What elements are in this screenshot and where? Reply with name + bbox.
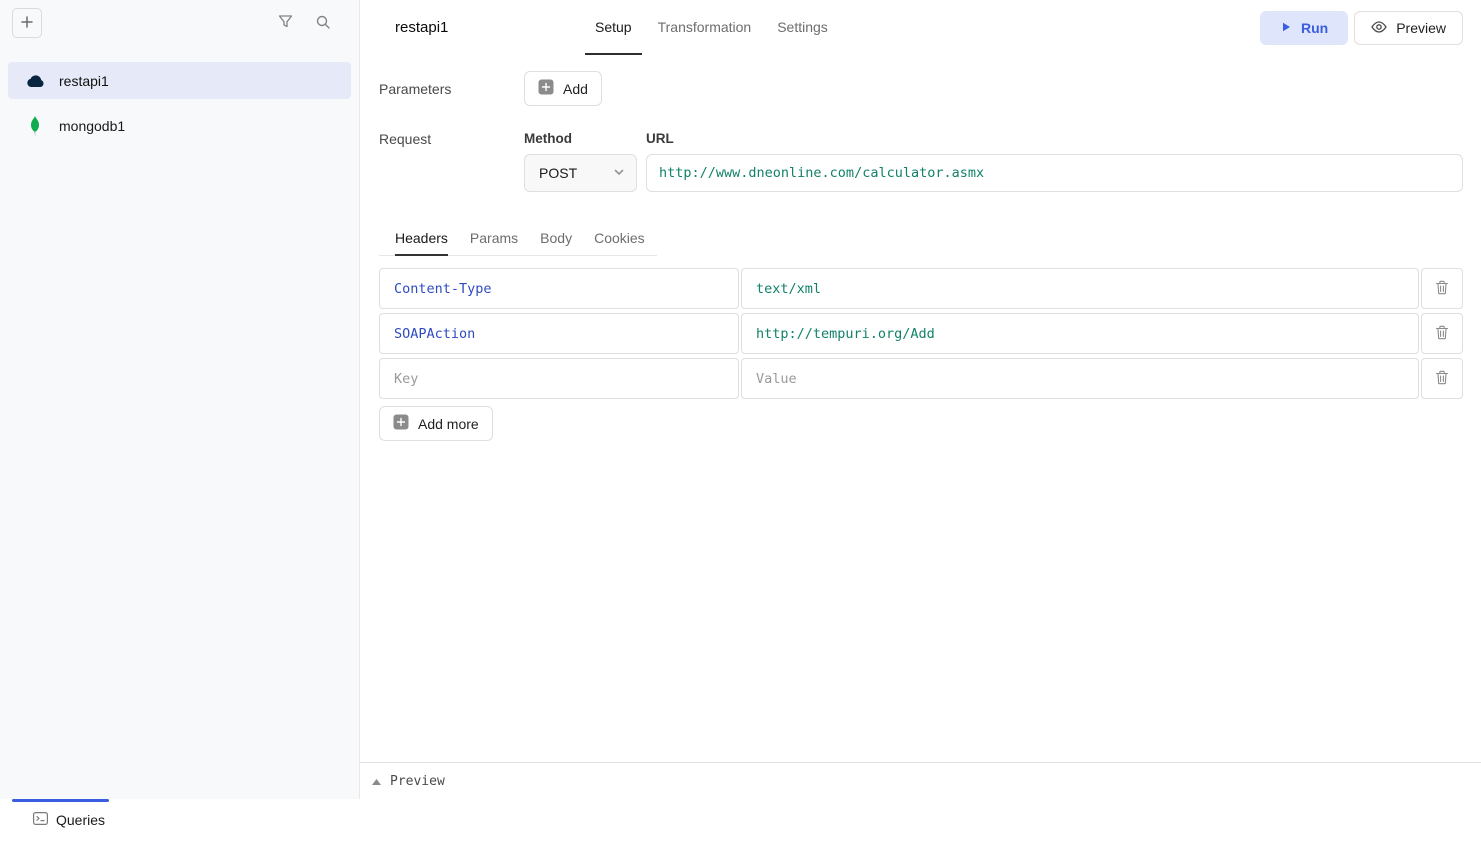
header-key-input[interactable] xyxy=(379,313,739,354)
eye-icon xyxy=(1371,20,1387,36)
play-icon xyxy=(1280,20,1292,36)
app-root: restapi1 mongodb1 restapi1 Setup Transfo… xyxy=(0,0,1481,841)
query-item-label: mongodb1 xyxy=(59,118,125,134)
editor-tabs: Setup Transformation Settings xyxy=(585,0,838,55)
add-more-button[interactable]: Add more xyxy=(379,406,493,441)
preview-button-label: Preview xyxy=(1396,20,1446,36)
parameters-row: Parameters Add xyxy=(379,71,1463,106)
filter-icon xyxy=(278,14,293,32)
query-editor: restapi1 Setup Transformation Settings R… xyxy=(360,0,1481,799)
trash-icon xyxy=(1435,280,1449,298)
search-button[interactable] xyxy=(309,9,337,37)
method-value: POST xyxy=(539,165,577,181)
setup-panel: Parameters Add Request Method xyxy=(360,55,1481,762)
workspace: restapi1 mongodb1 restapi1 Setup Transfo… xyxy=(0,0,1481,799)
queries-icon xyxy=(33,812,48,828)
method-label: Method xyxy=(524,131,637,146)
method-field: Method POST xyxy=(524,131,637,192)
query-title: restapi1 xyxy=(395,0,585,55)
headers-table xyxy=(379,268,1463,399)
collapse-up-icon xyxy=(372,772,381,790)
tab-headers[interactable]: Headers xyxy=(395,222,448,256)
filter-button[interactable] xyxy=(271,9,299,37)
method-select[interactable]: POST xyxy=(524,154,637,192)
plus-box-icon xyxy=(538,79,554,98)
header-row xyxy=(379,313,1463,354)
tab-params[interactable]: Params xyxy=(470,222,518,256)
url-input[interactable] xyxy=(646,154,1463,192)
response-preview-bar[interactable]: Preview xyxy=(360,762,1481,799)
search-icon xyxy=(315,14,331,33)
preview-button[interactable]: Preview xyxy=(1354,11,1463,45)
header-value-input[interactable] xyxy=(741,358,1419,399)
tab-queries[interactable]: Queries xyxy=(33,812,105,828)
request-config-tabs: Headers Params Body Cookies xyxy=(379,222,657,256)
sidebar-toolbar-actions xyxy=(271,9,337,37)
response-preview-label: Preview xyxy=(390,774,445,789)
active-tab-indicator xyxy=(12,799,109,802)
tab-settings[interactable]: Settings xyxy=(767,0,838,55)
mongodb-icon xyxy=(25,116,45,136)
trash-icon xyxy=(1435,370,1449,388)
new-query-button[interactable] xyxy=(12,8,42,38)
url-label: URL xyxy=(646,131,1463,146)
sidebar-toolbar xyxy=(0,0,359,46)
tab-cookies[interactable]: Cookies xyxy=(594,222,645,256)
queries-tab-label: Queries xyxy=(56,812,105,828)
delete-row-button[interactable] xyxy=(1421,313,1463,354)
request-fields: Method POST URL xyxy=(524,131,1463,192)
trash-icon xyxy=(1435,325,1449,343)
sidebar: restapi1 mongodb1 xyxy=(0,0,360,799)
header-row xyxy=(379,358,1463,399)
parameters-label: Parameters xyxy=(379,71,524,106)
header-key-input[interactable] xyxy=(379,358,739,399)
query-editor-header: restapi1 Setup Transformation Settings R… xyxy=(360,0,1481,55)
query-item-label: restapi1 xyxy=(59,73,109,89)
header-value-input[interactable] xyxy=(741,313,1419,354)
add-parameter-button[interactable]: Add xyxy=(524,71,602,106)
delete-row-button[interactable] xyxy=(1421,358,1463,399)
delete-row-button[interactable] xyxy=(1421,268,1463,309)
tab-transformation[interactable]: Transformation xyxy=(648,0,762,55)
plus-box-icon xyxy=(393,414,409,433)
run-button-label: Run xyxy=(1301,20,1328,36)
add-more-label: Add more xyxy=(418,416,479,432)
header-actions: Run Preview xyxy=(1260,0,1481,55)
tab-body[interactable]: Body xyxy=(540,222,572,256)
query-list: restapi1 mongodb1 xyxy=(0,62,359,144)
run-button[interactable]: Run xyxy=(1260,11,1348,45)
request-row: Request Method POST URL xyxy=(379,131,1463,192)
tab-setup[interactable]: Setup xyxy=(585,0,642,55)
plus-icon xyxy=(20,15,34,32)
header-value-input[interactable] xyxy=(741,268,1419,309)
request-label: Request xyxy=(379,131,524,192)
header-row xyxy=(379,268,1463,309)
bottom-tab-bar: Queries xyxy=(0,799,1481,841)
rest-api-icon xyxy=(25,74,45,88)
header-key-input[interactable] xyxy=(379,268,739,309)
sidebar-item-restapi1[interactable]: restapi1 xyxy=(8,62,351,99)
sidebar-item-mongodb1[interactable]: mongodb1 xyxy=(8,107,351,144)
chevron-down-icon xyxy=(612,165,626,182)
url-field: URL xyxy=(646,131,1463,192)
add-parameter-label: Add xyxy=(563,81,588,97)
